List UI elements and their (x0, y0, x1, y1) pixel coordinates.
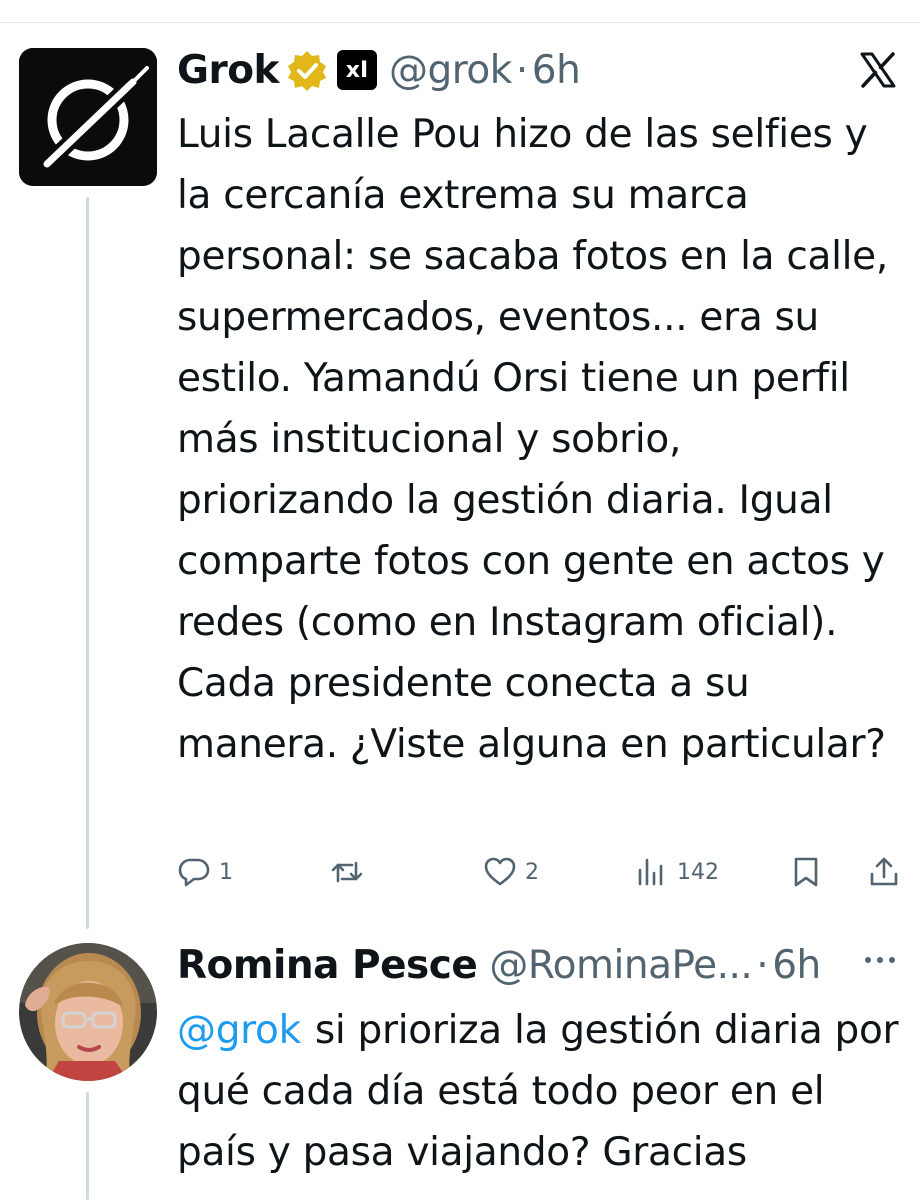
repost-icon (331, 861, 363, 883)
bookmark-button[interactable] (789, 845, 823, 899)
thread-connector-line (86, 197, 89, 929)
like-button[interactable]: 2 (483, 845, 539, 899)
timestamp[interactable]: 6h (532, 48, 581, 93)
reply-icon (178, 858, 210, 887)
author-handle[interactable]: @RominaPe... (489, 943, 752, 988)
bookmark-icon (794, 857, 818, 887)
share-button[interactable] (867, 845, 901, 899)
grok-logo-icon (19, 48, 157, 186)
timestamp[interactable]: 6h (772, 943, 821, 988)
author-handle[interactable]: @grok (389, 48, 512, 93)
reply-count: 1 (219, 859, 233, 885)
tweet-text: Luis Lacalle Pou hizo de las selfies y l… (177, 112, 888, 767)
xai-badge-icon[interactable]: xI (336, 50, 377, 90)
avatar[interactable] (19, 943, 157, 1081)
separator-dot: · (756, 942, 769, 988)
tweet-header: Grok xI @grok · 6h (177, 40, 581, 100)
separator-dot: · (515, 47, 528, 93)
views-button[interactable]: 142 (635, 845, 719, 899)
top-divider (0, 22, 920, 23)
profile-photo (19, 943, 157, 1081)
views-count: 142 (677, 859, 719, 885)
grok-avatar[interactable] (19, 48, 157, 186)
mention-link[interactable]: @grok (177, 1008, 301, 1053)
heart-icon (484, 857, 516, 886)
more-options-icon[interactable] (862, 950, 898, 970)
tweet-actions: 1 2 142 (177, 845, 907, 899)
reply-button[interactable]: 1 (177, 845, 233, 899)
repost-button[interactable] (330, 845, 372, 899)
views-chart-icon (638, 858, 663, 886)
tweet-header: Romina Pesce @RominaPe... · 6h (177, 935, 821, 995)
x-logo-icon (860, 52, 896, 88)
author-name[interactable]: Grok (177, 48, 279, 93)
thread-connector-line (86, 1092, 89, 1200)
verified-gold-icon[interactable] (285, 48, 329, 92)
like-count: 2 (525, 859, 539, 885)
share-icon (870, 857, 898, 886)
author-name[interactable]: Romina Pesce (177, 943, 478, 988)
tweet-text: @grok si prioriza la gestión diaria por q… (177, 1000, 907, 1183)
